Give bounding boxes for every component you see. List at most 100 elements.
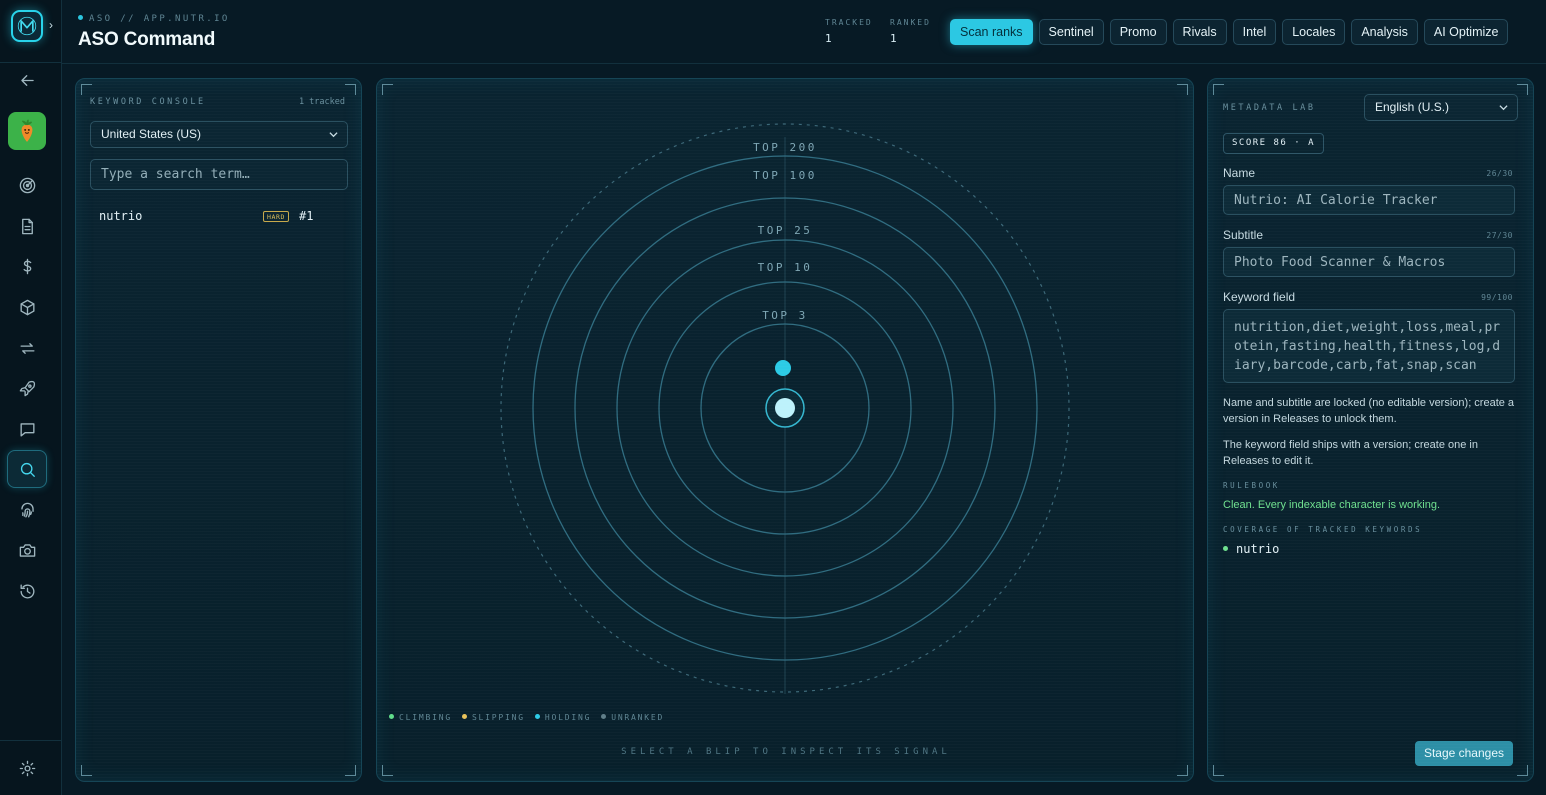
rivals-button[interactable]: Rivals bbox=[1172, 19, 1227, 45]
frame-corner bbox=[81, 765, 92, 776]
locale-select-value: English (U.S.) bbox=[1375, 100, 1450, 114]
chevron-down-icon bbox=[1499, 105, 1508, 111]
nav-sync[interactable] bbox=[7, 329, 47, 367]
search-input[interactable]: Type a search term… bbox=[90, 159, 348, 190]
chevron-down-icon bbox=[329, 132, 338, 138]
frame-corner bbox=[1213, 84, 1224, 95]
frame-corner bbox=[1517, 765, 1528, 776]
keyword-rank: #1 bbox=[299, 209, 314, 223]
difficulty-badge: HARD bbox=[263, 211, 290, 222]
nav-launch[interactable] bbox=[7, 369, 47, 407]
radar-hint: SELECT A BLIP TO INSPECT ITS SIGNAL bbox=[621, 747, 951, 757]
breadcrumb-text: ASO // APP.NUTR.IO bbox=[89, 14, 230, 24]
keyword-field[interactable]: nutrition,diet,weight,loss,meal,protein,… bbox=[1223, 309, 1515, 383]
stat-label: RANKED bbox=[890, 18, 931, 27]
name-count: 26/30 bbox=[1486, 169, 1513, 178]
frame-corner bbox=[345, 765, 356, 776]
legend-slipping: SLIPPING bbox=[461, 713, 525, 722]
metadata-lab-panel: METADATA LAB English (U.S.) SCORE 86 · A… bbox=[1207, 78, 1534, 782]
rocket-icon bbox=[19, 380, 35, 396]
version-note: The keyword field ships with a version; … bbox=[1223, 439, 1478, 467]
locales-button[interactable]: Locales bbox=[1282, 19, 1346, 45]
nav-history[interactable] bbox=[7, 572, 47, 610]
name-field[interactable]: Nutrio: AI Calorie Tracker bbox=[1223, 185, 1515, 215]
camera-icon bbox=[19, 543, 35, 557]
search-placeholder: Type a search term… bbox=[101, 167, 250, 182]
ring-label: TOP 25 bbox=[758, 224, 813, 237]
app-avatar-carrot-icon[interactable] bbox=[8, 112, 46, 150]
search-icon bbox=[20, 462, 35, 477]
chat-icon bbox=[19, 422, 35, 437]
fingerprint-icon bbox=[20, 502, 34, 518]
panel-title: KEYWORD CONSOLE bbox=[90, 97, 206, 107]
keyword-field-count: 99/100 bbox=[1481, 293, 1513, 302]
app-logo[interactable] bbox=[11, 10, 43, 42]
nav-packages[interactable] bbox=[7, 288, 47, 326]
gear-icon bbox=[19, 760, 35, 776]
legend-unranked: UNRANKED bbox=[601, 713, 664, 722]
frame-corner bbox=[1517, 84, 1528, 95]
nav-reviews[interactable] bbox=[7, 410, 47, 448]
stat-label: TRACKED bbox=[825, 18, 873, 27]
subtitle-count: 27/30 bbox=[1486, 231, 1513, 240]
nav-aso-search[interactable] bbox=[7, 450, 47, 488]
tracked-count: 1 tracked bbox=[298, 97, 345, 107]
stat-value: 1 bbox=[890, 32, 897, 45]
locale-select[interactable]: English (U.S.) bbox=[1364, 94, 1518, 121]
nav-revenue[interactable] bbox=[7, 247, 47, 285]
promo-button[interactable]: Promo bbox=[1109, 19, 1167, 45]
sidebar-rail: › bbox=[0, 0, 62, 795]
score-badge: SCORE 86 · A bbox=[1223, 133, 1325, 154]
keyword-blip[interactable] bbox=[775, 360, 791, 376]
analysis-button[interactable]: Analysis bbox=[1351, 19, 1418, 45]
stat-tracked: TRACKED 1 bbox=[825, 18, 873, 45]
nav-identity[interactable] bbox=[7, 491, 47, 529]
keyword-field-label: Keyword field bbox=[1223, 290, 1296, 304]
frame-corner bbox=[345, 84, 356, 95]
radar-panel: TOP 200 TOP 100 TOP 25 TOP 10 TOP 3 CLIM… bbox=[376, 78, 1194, 782]
expand-sidebar-icon[interactable]: › bbox=[49, 18, 53, 32]
nav-documents[interactable] bbox=[7, 207, 47, 245]
subtitle-field[interactable]: Photo Food Scanner & Macros bbox=[1223, 247, 1515, 277]
radar-icon bbox=[19, 177, 35, 193]
lock-note: Name and subtitle are locked (no editabl… bbox=[1223, 397, 1515, 425]
nav-settings[interactable] bbox=[7, 749, 47, 787]
keyword-console-panel: KEYWORD CONSOLE 1 tracked United States … bbox=[75, 78, 362, 782]
rail-divider-bottom bbox=[0, 740, 62, 741]
nav-screenshots[interactable] bbox=[7, 531, 47, 569]
subtitle-label: Subtitle bbox=[1223, 228, 1264, 242]
back-arrow-icon[interactable] bbox=[18, 71, 38, 91]
action-toolbar: Scan ranks Sentinel Promo Rivals Intel L… bbox=[950, 19, 1509, 45]
legend-climbing: CLIMBING bbox=[389, 713, 452, 722]
stat-ranked: RANKED 1 bbox=[890, 18, 931, 45]
country-select[interactable]: United States (US) bbox=[90, 121, 348, 148]
scan-ranks-button[interactable]: Scan ranks bbox=[950, 19, 1033, 45]
cube-icon bbox=[19, 299, 35, 315]
ring-label: TOP 10 bbox=[758, 261, 813, 274]
sentinel-button[interactable]: Sentinel bbox=[1038, 19, 1104, 45]
rulebook-status: Clean. Every indexable character is work… bbox=[1223, 499, 1441, 511]
ai-optimize-button[interactable]: AI Optimize bbox=[1423, 19, 1509, 45]
stat-value: 1 bbox=[825, 32, 832, 45]
document-icon bbox=[21, 218, 33, 234]
app-center-core bbox=[775, 398, 795, 418]
nav-radar[interactable] bbox=[7, 166, 47, 204]
intel-button[interactable]: Intel bbox=[1232, 19, 1277, 45]
frame-corner bbox=[81, 84, 92, 95]
coverage-item: nutrio bbox=[1223, 542, 1279, 556]
ring-label: TOP 3 bbox=[762, 309, 808, 322]
keyword-term: nutrio bbox=[99, 209, 143, 223]
logo-m-icon bbox=[17, 16, 37, 36]
stage-changes-button[interactable]: Stage changes bbox=[1414, 741, 1513, 766]
radar-legend: CLIMBING SLIPPING HOLDING UNRANKED bbox=[389, 713, 664, 722]
top-header: ASO // APP.NUTR.IO ASO Command TRACKED 1… bbox=[62, 0, 1546, 64]
country-select-value: United States (US) bbox=[101, 127, 202, 141]
history-icon bbox=[19, 583, 34, 599]
dollar-icon bbox=[23, 258, 31, 274]
coverage-label: COVERAGE OF TRACKED KEYWORDS bbox=[1223, 525, 1423, 534]
breadcrumb: ASO // APP.NUTR.IO bbox=[78, 14, 230, 24]
keyword-row[interactable]: nutrio HARD #1 bbox=[99, 209, 339, 227]
rulebook-label: RULEBOOK bbox=[1223, 481, 1280, 490]
ring-label: TOP 200 bbox=[753, 141, 817, 154]
frame-corner bbox=[1213, 765, 1224, 776]
